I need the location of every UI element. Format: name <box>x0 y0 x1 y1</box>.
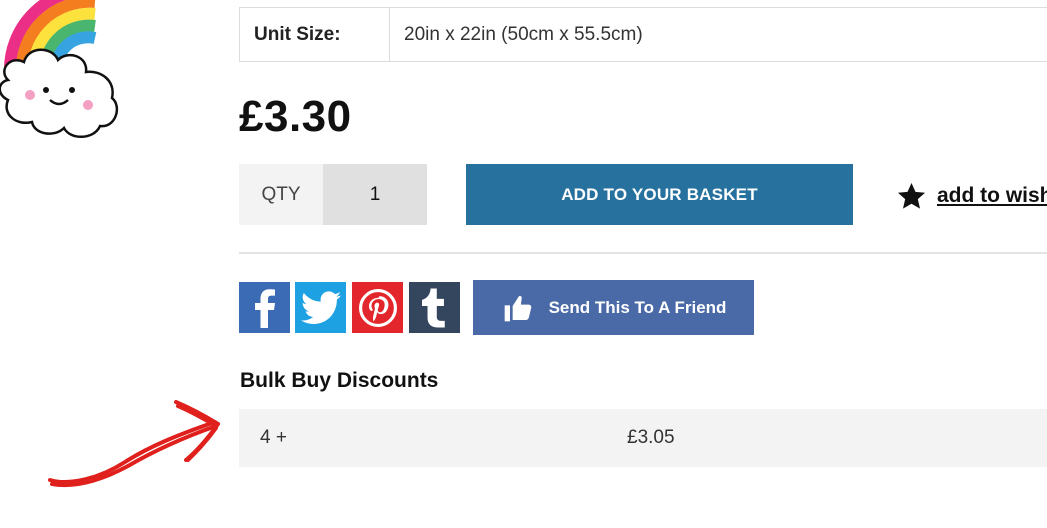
tumblr-share-button[interactable] <box>409 282 460 333</box>
send-to-friend-button[interactable]: Send This To A Friend <box>473 280 754 335</box>
star-icon <box>897 182 926 209</box>
unit-size-label: Unit Size: <box>240 8 390 61</box>
pinterest-icon <box>358 288 397 327</box>
annotation-arrow-icon <box>48 400 220 488</box>
divider <box>239 252 1047 254</box>
unit-size-value: 20in x 22in (50cm x 55.5cm) <box>404 23 643 45</box>
bulk-qty: 4 + <box>260 427 287 448</box>
table-row: 4 + £3.05 <box>239 409 1047 467</box>
tumblr-icon <box>421 288 445 327</box>
add-to-wishlist-link[interactable]: add to wish <box>896 178 1047 214</box>
thumbs-up-icon <box>504 295 531 321</box>
wishlist-label[interactable]: add to wish <box>937 184 1047 208</box>
facebook-share-button[interactable] <box>239 282 290 333</box>
bulk-price: £3.05 <box>627 427 675 448</box>
product-price: £3.30 <box>239 92 352 141</box>
facebook-icon <box>254 288 275 328</box>
unit-size-table: Unit Size: 20in x 22in (50cm x 55.5cm) <box>239 7 1047 62</box>
twitter-icon <box>300 290 341 324</box>
twitter-share-button[interactable] <box>295 282 346 333</box>
send-to-friend-label: Send This To A Friend <box>548 297 727 317</box>
product-image <box>0 0 119 138</box>
pinterest-share-button[interactable] <box>352 282 403 333</box>
qty-input[interactable] <box>323 164 427 225</box>
add-to-basket-button[interactable]: ADD TO YOUR BASKET <box>466 164 853 225</box>
bulk-discounts-title: Bulk Buy Discounts <box>240 369 439 392</box>
qty-label: QTY <box>239 164 323 225</box>
